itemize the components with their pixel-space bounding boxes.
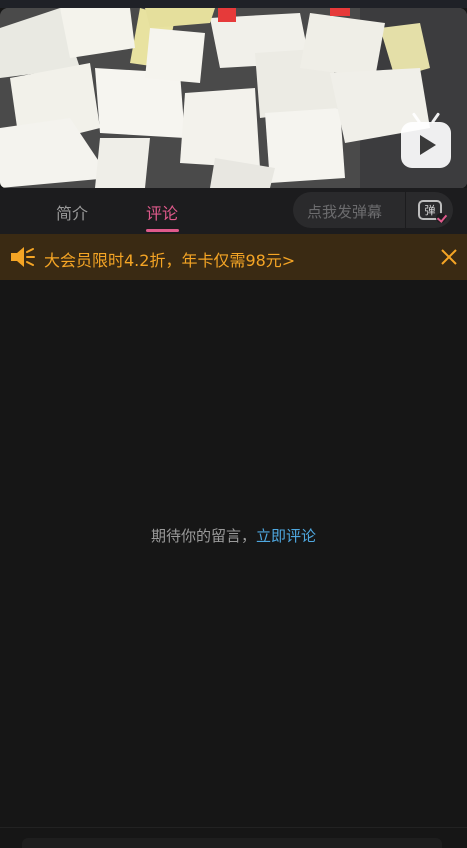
danmaku-toggle-icon[interactable]: 弹	[418, 200, 446, 223]
danmaku-icon-glyph: 弹	[424, 203, 436, 217]
tab-comments[interactable]: 评论	[146, 200, 178, 224]
tab-bar: 简介 评论 点我发弹幕 弹	[0, 188, 467, 234]
play-triangle	[420, 135, 436, 155]
danmaku-input[interactable]: 点我发弹幕 弹	[293, 192, 453, 228]
promo-banner[interactable]: 大会员限时4.2折，年卡仅需98元>	[0, 234, 467, 280]
empty-comments-message: 期待你的留言，立即评论	[0, 525, 467, 546]
bottom-comment-bar[interactable]	[22, 838, 442, 848]
empty-comments-text: 期待你的留言，	[150, 527, 256, 545]
play-icon[interactable]	[401, 122, 451, 168]
danmaku-placeholder[interactable]: 点我发弹幕	[307, 201, 382, 222]
check-icon	[436, 213, 446, 223]
speaker-icon	[11, 247, 35, 267]
promo-banner-text[interactable]: 大会员限时4.2折，年卡仅需98元>	[44, 247, 295, 271]
video-frame	[0, 8, 467, 188]
close-icon[interactable]	[441, 249, 457, 265]
video-player[interactable]	[0, 8, 467, 188]
comment-now-link[interactable]: 立即评论	[256, 527, 316, 545]
divider	[0, 827, 467, 828]
danmaku-divider	[405, 192, 406, 228]
tab-active-indicator	[146, 229, 179, 232]
status-strip	[0, 0, 467, 8]
tab-intro[interactable]: 简介	[56, 200, 88, 224]
